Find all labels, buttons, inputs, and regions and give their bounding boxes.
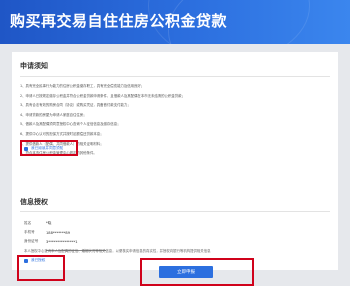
notice-section-title: 申请须知	[20, 62, 48, 70]
auth-description: 本人授权中心查询本人及配偶的征信、婚姻状况等相关信息，以便核实申请信息的真实性，…	[24, 249, 211, 253]
highlight-box	[17, 255, 65, 281]
info-row-id: 身份证号 3***************1	[24, 237, 106, 246]
info-label: 身份证号	[24, 239, 39, 243]
notice-item: 3、具有合法有效的购房合同（协议）或购买凭证，具备首付款支付能力；	[20, 103, 131, 108]
notice-item: 2、申请人已按规定缴存公积金并符合公积金贷款申请条件，且借款人及其配偶在本市无未…	[20, 93, 185, 98]
info-label: 手机号	[24, 230, 35, 234]
page-title: 购买再交易自住住房公积金贷款	[10, 12, 228, 30]
notice-item: 1、具有完全民事行为能力的住房公积金缴存职工，具有完全偿债能力及信用良好；	[20, 84, 145, 88]
info-label: 姓名	[24, 221, 32, 225]
highlight-box	[20, 140, 78, 156]
notice-item: 4、申请贷款的房屋为申请人家庭自住住房；	[20, 112, 87, 117]
notice-item: 5、借款人及其配偶须同意授权中心查询个人征信信息及缴存信息；	[20, 122, 121, 127]
info-value: *晓	[46, 221, 52, 225]
form-card: 申请须知 1、具有完全民事行为能力的住房公积金缴存职工，具有完全偿债能力及信用良…	[12, 52, 338, 286]
notice-item: 6、提供中心认可的担保方式并按时足额偿还贷款本息；	[20, 131, 104, 136]
info-value: 3***************1	[46, 239, 78, 244]
info-row-phone: 手机号 188*******89	[24, 228, 106, 237]
highlight-box	[140, 258, 254, 286]
divider	[20, 76, 330, 77]
info-section-title: 信息授权	[20, 198, 48, 206]
divider	[20, 211, 330, 212]
info-value: 188*******89	[46, 230, 71, 235]
page-header: 购买再交易自住住房公积金贷款	[0, 0, 350, 44]
info-row-name: 姓名 *晓	[24, 219, 106, 228]
